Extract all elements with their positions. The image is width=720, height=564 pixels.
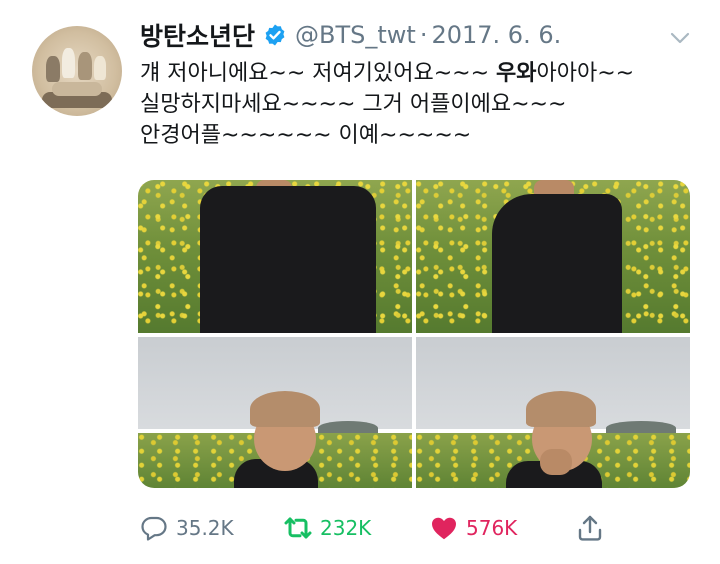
tweet-text-line: 안경어플~~~~~~ 이예~~~~~ — [140, 123, 472, 148]
like-button[interactable]: 576K — [430, 510, 517, 546]
like-count: 576K — [466, 516, 518, 540]
photo-3[interactable] — [138, 337, 412, 488]
photo-4[interactable] — [416, 337, 690, 488]
verified-badge-icon — [265, 24, 285, 46]
header-separator: · — [419, 21, 428, 49]
share-icon — [578, 515, 602, 541]
tweet: 방탄소년단 @BTS_twt · 2017. 6. 6. 걔 저아니에요~~ 저… — [0, 0, 720, 564]
retweet-button[interactable]: 232K — [284, 510, 371, 546]
tweet-date[interactable]: 2017. 6. 6. — [431, 21, 561, 49]
reply-button[interactable]: 35.2K — [140, 510, 234, 546]
tweet-text-line: 실망하지마세요~~~~ 그거 어플이에요~~~ — [140, 92, 567, 117]
retweet-count: 232K — [320, 516, 372, 540]
photo-1[interactable] — [138, 180, 412, 333]
photo-2[interactable] — [416, 180, 690, 333]
tweet-text-line: 걔 저아니에요~~ 저여기있어요~~~ 우와아아아~~ — [140, 61, 635, 86]
retweet-icon — [284, 517, 312, 539]
reply-icon — [141, 516, 167, 541]
reply-count: 35.2K — [176, 516, 234, 540]
author-name[interactable]: 방탄소년단 — [140, 17, 255, 53]
tweet-text: 걔 저아니에요~~ 저여기있어요~~~ 우와아아아~~ 실망하지마세요~~~~ … — [140, 58, 700, 151]
share-button[interactable] — [576, 510, 604, 546]
author-handle[interactable]: @BTS_twt — [295, 21, 416, 49]
media-grid — [138, 180, 690, 488]
chevron-down-icon[interactable] — [668, 28, 692, 48]
tweet-header: 방탄소년단 @BTS_twt · 2017. 6. 6. — [140, 18, 561, 52]
heart-icon — [432, 517, 456, 540]
avatar[interactable] — [32, 26, 122, 116]
